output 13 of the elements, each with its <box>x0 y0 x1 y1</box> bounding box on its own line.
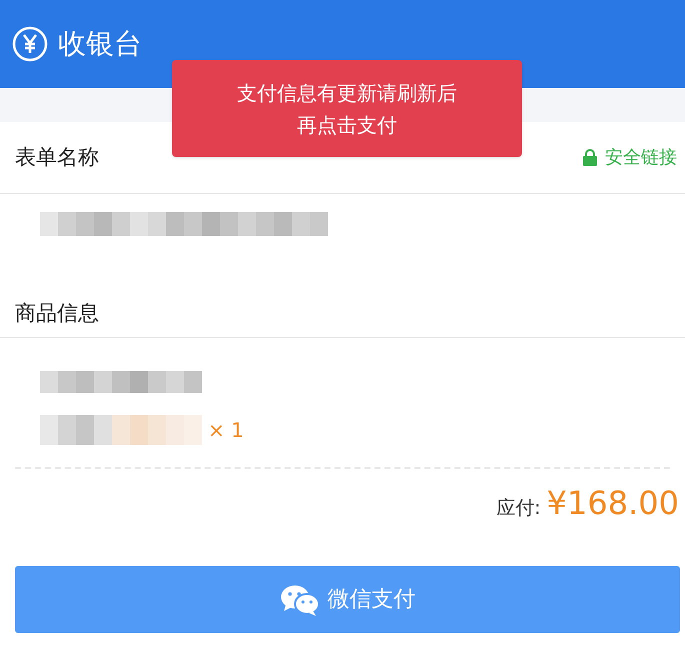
secure-link-text: 安全链接 <box>605 146 677 170</box>
wechat-pay-button[interactable]: 微信支付 <box>15 566 680 633</box>
toast-text-line: 再点击支付 <box>297 112 397 138</box>
quantity-text: × 1 <box>208 417 244 444</box>
header-title: 收银台 <box>58 26 142 62</box>
lock-icon <box>583 149 597 166</box>
chat-bubbles-icon <box>280 584 320 616</box>
goods-label: 商品信息 <box>15 300 99 327</box>
total-amount: ¥168.00 <box>546 483 679 524</box>
toast-text-line: 支付信息有更新请刷新后 <box>237 80 457 106</box>
total-label: 应付: <box>496 496 541 521</box>
form-label: 表单名称 <box>15 144 99 171</box>
yen-icon <box>12 26 48 62</box>
